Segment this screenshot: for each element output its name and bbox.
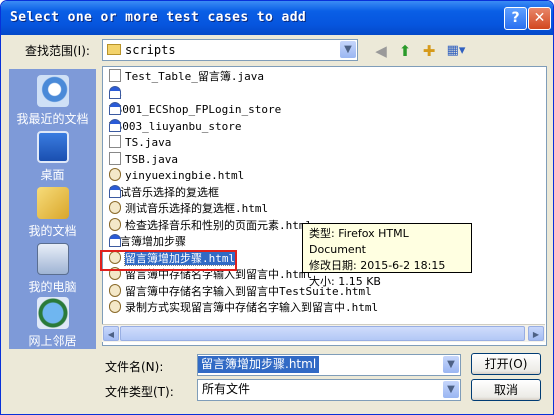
help-button[interactable]: ? [504, 7, 527, 30]
file-list-item[interactable]: ts [109, 85, 122, 102]
document-icon [109, 69, 121, 82]
cancel-button[interactable]: 取消 [471, 379, 541, 401]
file-list-item[interactable]: TS.java [109, 135, 171, 151]
chevron-down-icon[interactable]: ▼ [340, 41, 356, 58]
document-icon [109, 135, 121, 148]
filename-label: 文件名(N): [105, 360, 164, 374]
place-network-places[interactable]: 网上邻居 [9, 297, 96, 349]
file-list-item[interactable]: 录制方式实现留言簿中存储名字输入到留言中.html [109, 300, 378, 316]
file-name: TSB.java [125, 152, 178, 166]
script-file-icon [109, 102, 121, 115]
tooltip-type: 类型: Firefox HTML Document [309, 227, 409, 256]
file-list-item[interactable]: TS003_liuyanbu_store [109, 118, 242, 135]
desktop-icon [36, 131, 69, 163]
place-label: 桌面 [40, 168, 65, 182]
filetype-dropdown[interactable]: 所有文件 ▼ [197, 379, 461, 401]
file-name: Test_Table_留言簿.java [125, 70, 264, 83]
open-button[interactable]: 打开(O) [471, 353, 541, 375]
place-label: 网上邻居 [28, 334, 77, 348]
scroll-thumb[interactable] [120, 326, 525, 341]
file-name: 测试音乐选择的复选框.html [125, 202, 269, 215]
scroll-left-icon[interactable]: ◀ [103, 326, 119, 341]
my-documents-icon [36, 187, 69, 219]
filename-input[interactable]: 留言簿增加步骤.html [198, 356, 320, 373]
script-file-icon [109, 184, 121, 198]
tooltip-size: 大小: 1.15 KB [309, 275, 381, 288]
html-file-icon [109, 168, 121, 181]
window-title: Select one or more test cases to add [10, 10, 307, 25]
close-button[interactable]: ✕ [528, 7, 551, 30]
document-icon [109, 151, 121, 165]
file-list[interactable]: Test_Table_留言簿.javatsTS001_ECShop_FPLogi… [102, 66, 547, 346]
lookin-label: 查找范围(I): [25, 44, 90, 58]
file-name: TS.java [125, 136, 172, 149]
script-file-icon [109, 85, 121, 99]
network-places-icon [36, 297, 69, 329]
my-computer-icon [36, 243, 69, 275]
up-folder-icon[interactable]: ⬆ [395, 41, 415, 61]
recent-documents-icon [36, 75, 69, 107]
highlight-box [100, 250, 237, 271]
file-name: 录制方式实现留言簿中存储名字输入到留言中.html [125, 301, 379, 314]
place-recent-documents[interactable]: 我最近的文档 [9, 75, 96, 127]
html-file-icon [109, 217, 121, 231]
horizontal-scrollbar[interactable]: ◀ ▶ [102, 324, 545, 342]
place-label: 我最近的文档 [16, 112, 89, 126]
html-file-icon [109, 283, 121, 297]
open-file-dialog: Select one or more test cases to add ? ✕… [0, 0, 554, 415]
scroll-right-icon[interactable]: ▶ [528, 326, 544, 341]
file-list-item[interactable]: 检查选择音乐和性别的页面元素.html [109, 217, 313, 234]
title-bar[interactable]: Select one or more test cases to add ? ✕ [1, 1, 553, 35]
html-file-icon [109, 201, 121, 214]
filetype-value: 所有文件 [202, 382, 251, 396]
chevron-down-icon[interactable]: ▼ [443, 381, 459, 398]
back-icon[interactable]: ◀ [371, 41, 391, 61]
script-file-icon [109, 118, 121, 132]
file-name: 测试音乐选择的复选框 [109, 185, 219, 199]
file-list-item[interactable]: Test_Table_留言簿.java [109, 69, 264, 85]
new-folder-icon[interactable]: ✚ [419, 41, 439, 61]
place-my-documents[interactable]: 我的文档 [9, 187, 96, 239]
file-list-item[interactable]: 测试音乐选择的复选框.html [109, 201, 268, 217]
lookin-dropdown[interactable]: scripts ▼ [102, 39, 358, 61]
file-list-item[interactable]: yinyuexingbie.html [109, 168, 244, 184]
tooltip-modified: 修改日期: 2015-6-2 18:15 [309, 259, 446, 272]
file-name: TS003_liuyanbu_store [109, 119, 242, 133]
file-list-item[interactable]: 留言簿增加步骤 [109, 234, 186, 250]
place-my-computer[interactable]: 我的电脑 [9, 243, 96, 295]
file-tooltip: 类型: Firefox HTML Document 修改日期: 2015-6-2… [302, 223, 472, 288]
html-file-icon [109, 300, 121, 313]
place-label: 我的电脑 [28, 280, 77, 294]
place-desktop[interactable]: 桌面 [9, 131, 96, 183]
file-list-item[interactable]: TS001_ECShop_FPLogin_store [109, 102, 281, 118]
place-label: 我的文档 [28, 224, 77, 238]
folder-icon [107, 44, 121, 55]
places-bar: 我最近的文档 桌面 我的文档 我的电脑 网上邻居 [9, 69, 96, 349]
file-list-item[interactable]: TSB.java [109, 151, 178, 168]
file-list-item[interactable]: 测试音乐选择的复选框 [109, 184, 219, 201]
view-menu-icon[interactable]: ▦▾ [443, 41, 469, 61]
script-file-icon [109, 234, 121, 247]
file-name: 检查选择音乐和性别的页面元素.html [125, 218, 313, 232]
lookin-value: scripts [125, 43, 176, 57]
chevron-down-icon[interactable]: ▼ [443, 356, 459, 373]
filetype-label: 文件类型(T): [105, 385, 174, 399]
filename-combo[interactable]: 留言簿增加步骤.html ▼ [197, 354, 461, 376]
file-name: TS001_ECShop_FPLogin_store [109, 103, 282, 116]
file-name: yinyuexingbie.html [125, 169, 245, 182]
